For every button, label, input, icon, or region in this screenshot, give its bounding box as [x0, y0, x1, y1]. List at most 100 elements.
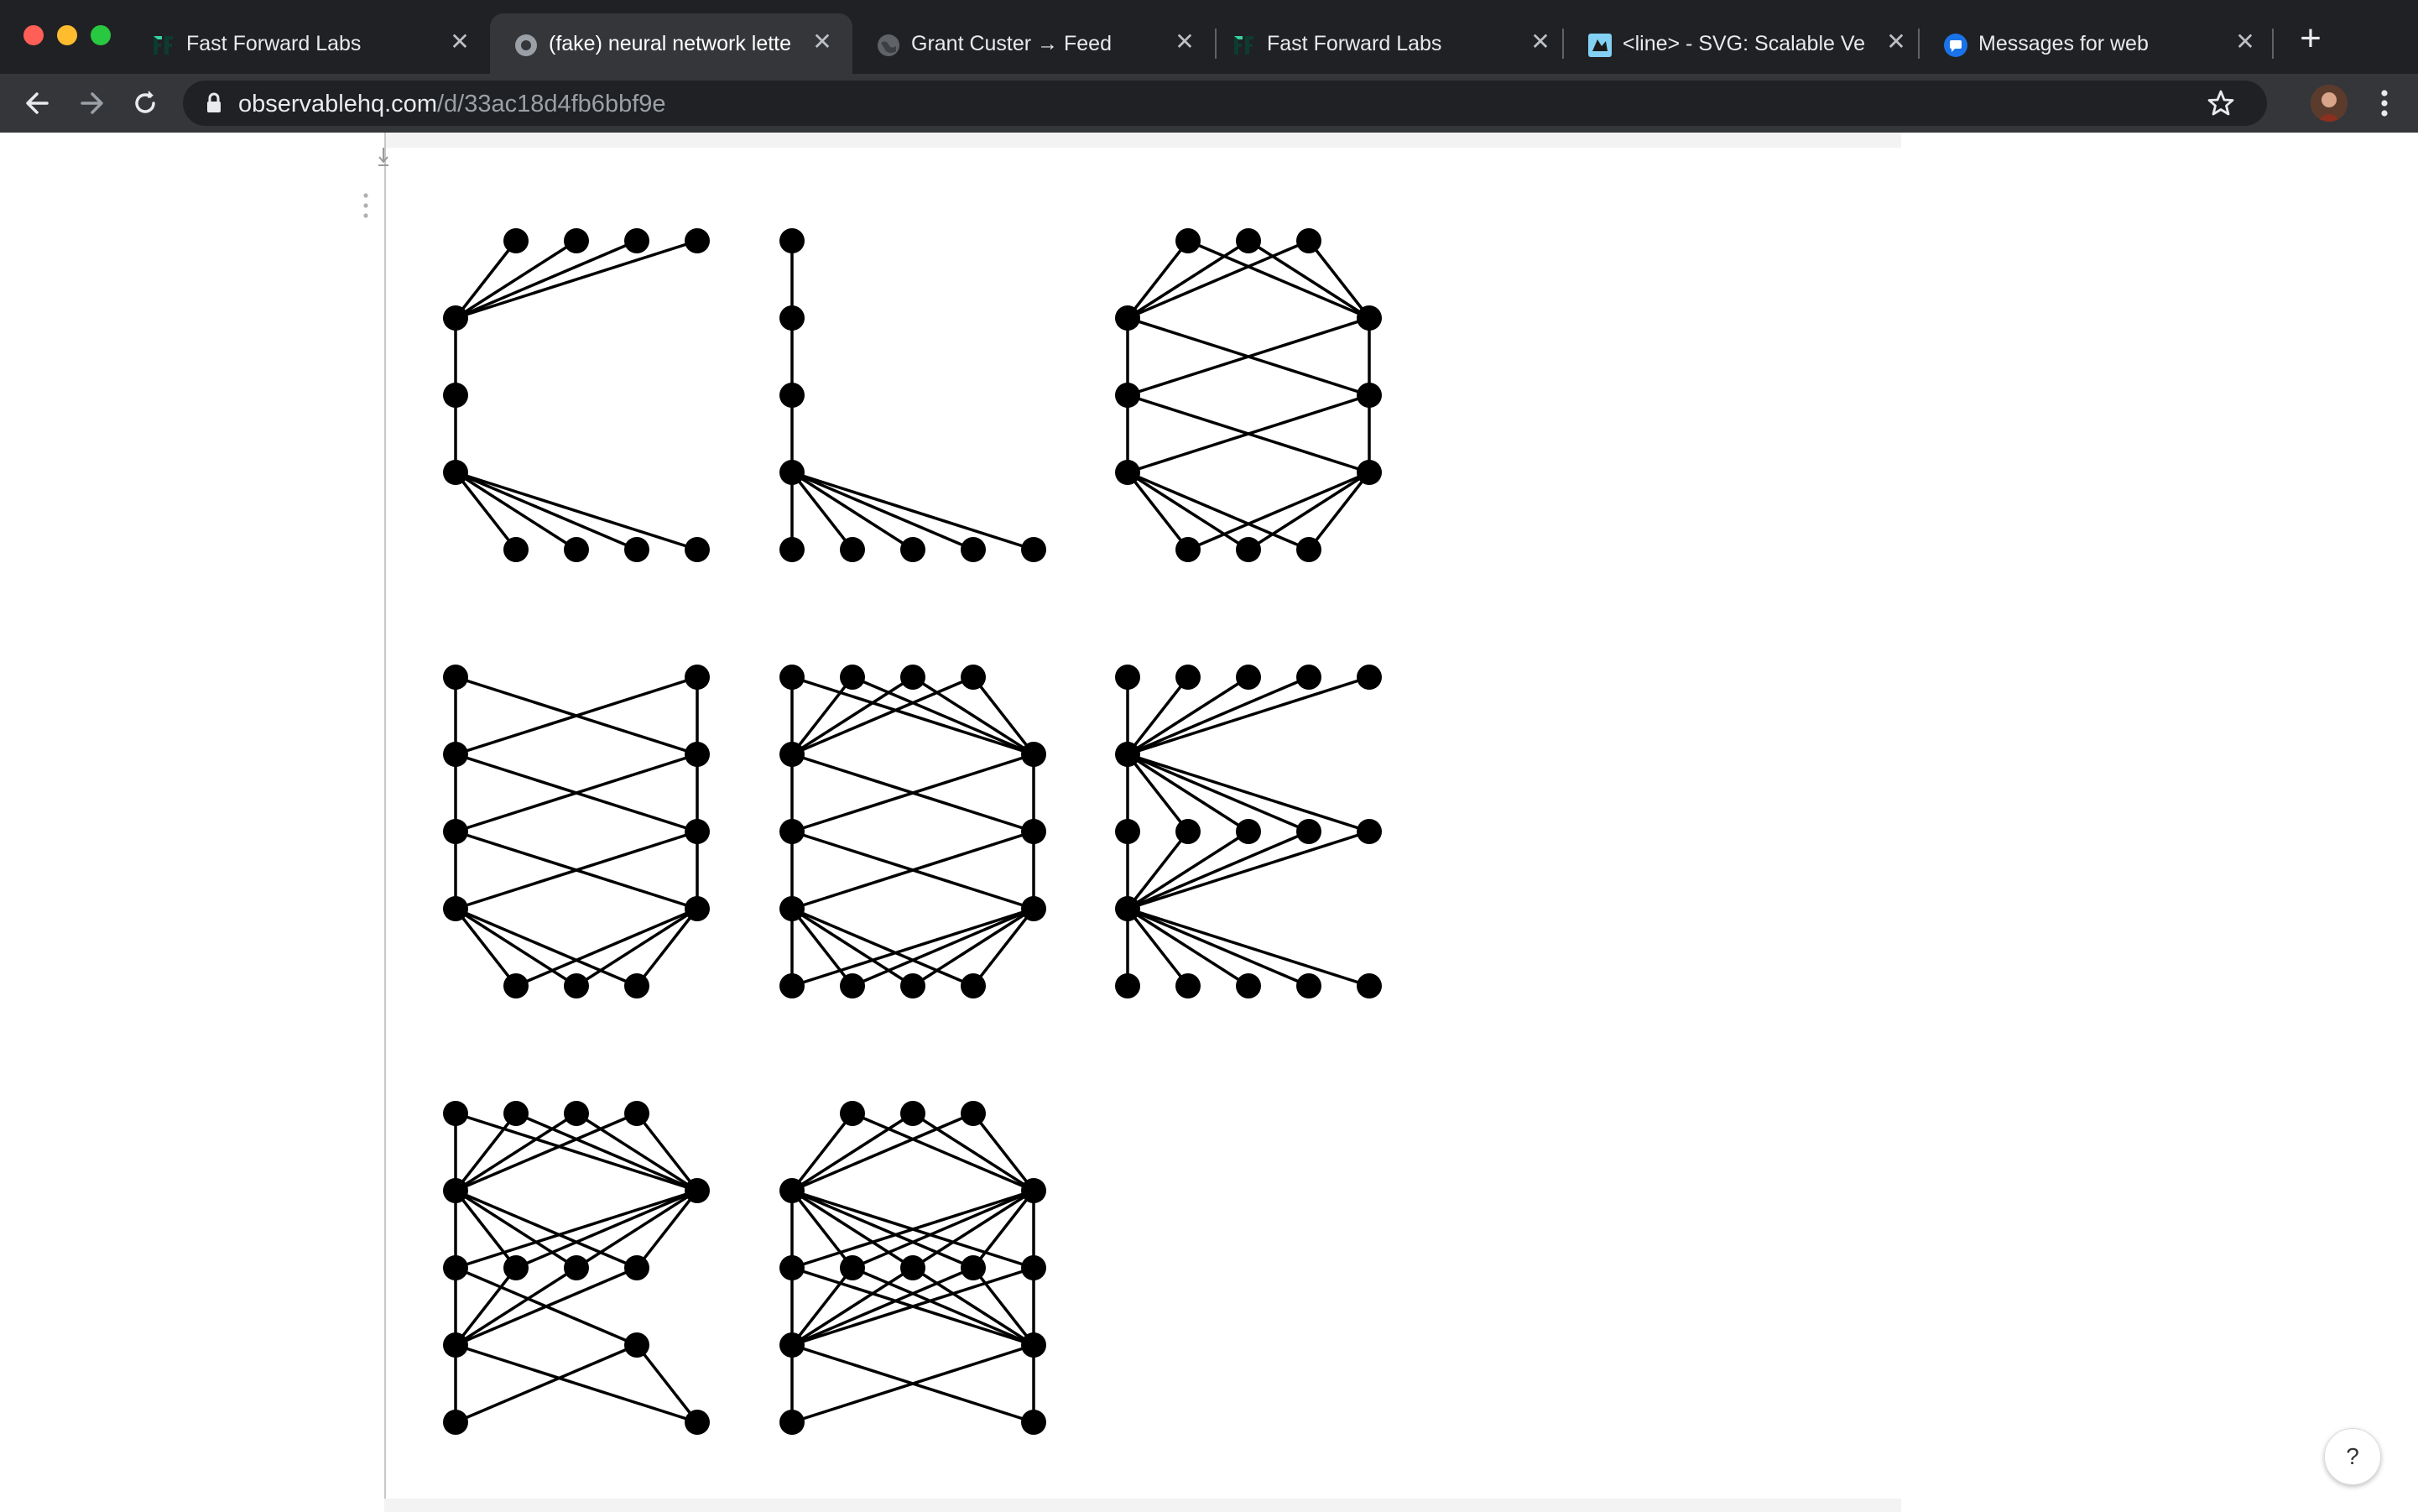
network-node [443, 1332, 468, 1358]
globe-icon [878, 34, 899, 56]
network-node [685, 1178, 710, 1203]
tab-messages-for-web[interactable]: Messages for web ✕ [1920, 13, 2275, 74]
mdn-icon [1588, 34, 1612, 57]
more-menu-icon[interactable] [2368, 86, 2401, 121]
browser-tab-strip: Fast Forward Labs ✕ (fake) neural networ… [0, 0, 2418, 74]
letter-network-o [1115, 228, 1382, 562]
network-node [1021, 819, 1046, 844]
network-node [564, 973, 589, 998]
close-icon[interactable]: ✕ [446, 29, 473, 55]
network-node [503, 1101, 529, 1126]
address-bar[interactable]: observablehq.com/d/33ac18d4fb6bbf9e [183, 81, 2267, 126]
network-node [1357, 665, 1382, 690]
letter-network-a [779, 1101, 1046, 1435]
network-node [961, 665, 986, 690]
network-node [840, 1255, 865, 1280]
forward-arrow-icon[interactable] [70, 82, 112, 124]
tab-neural-network-letters[interactable]: (fake) neural network lette ✕ [490, 13, 852, 74]
network-node [1175, 537, 1201, 562]
network-node [624, 537, 649, 562]
network-node [961, 537, 986, 562]
network-node [1115, 460, 1140, 485]
help-button[interactable]: ? [2324, 1428, 2381, 1485]
network-node [1236, 819, 1261, 844]
back-arrow-icon[interactable] [17, 82, 59, 124]
reload-icon[interactable] [124, 82, 166, 124]
network-edge [1127, 830, 1310, 910]
network-node [779, 305, 805, 331]
network-node [1296, 665, 1321, 690]
network-node [779, 742, 805, 767]
profile-avatar[interactable] [2311, 85, 2348, 122]
network-node [1296, 819, 1321, 844]
neural-network-letters-canvas [443, 228, 1382, 1435]
network-node [503, 1255, 529, 1280]
url-text: observablehq.com/d/33ac18d4fb6bbf9e [238, 91, 666, 118]
maximize-window-button[interactable] [91, 25, 111, 45]
fast-forward-labs-icon [1234, 36, 1253, 55]
lock-icon[interactable] [201, 91, 227, 116]
network-node [779, 537, 805, 562]
network-node [1296, 537, 1321, 562]
network-node [503, 537, 529, 562]
tab-fast-forward-labs[interactable]: Fast Forward Labs ✕ [128, 13, 490, 74]
url-host: observablehq.com [238, 91, 437, 117]
letter-network-d [779, 665, 1046, 998]
network-node [900, 973, 925, 998]
network-node [443, 1255, 468, 1280]
tab-grant-custer-feed[interactable]: Grant Custer → Feed ✕ [852, 13, 1215, 74]
close-icon[interactable]: ✕ [2232, 29, 2259, 55]
network-edge [635, 1343, 699, 1424]
network-node [1236, 228, 1261, 253]
notebook-page: ? [0, 133, 2418, 1512]
network-node [624, 1101, 649, 1126]
network-node [779, 1410, 805, 1435]
letter-network-u [443, 665, 710, 998]
tab-title: (fake) neural network lette [549, 31, 792, 55]
network-node [1115, 973, 1140, 998]
network-node [685, 896, 710, 921]
close-window-button[interactable] [23, 25, 44, 45]
network-node [779, 228, 805, 253]
network-node [443, 896, 468, 921]
close-icon[interactable]: ✕ [1171, 29, 1198, 55]
network-node [443, 1178, 468, 1203]
network-edge [1127, 907, 1310, 988]
network-node [1021, 742, 1046, 767]
network-node [900, 537, 925, 562]
network-node [1115, 819, 1140, 844]
network-node [624, 973, 649, 998]
tab-title: Fast Forward Labs [186, 31, 362, 55]
network-node [1175, 665, 1201, 690]
network-edge [455, 239, 638, 320]
network-node [1115, 665, 1140, 690]
network-node [1357, 383, 1382, 408]
network-node [1296, 973, 1321, 998]
network-node [1021, 537, 1046, 562]
tab-fast-forward-labs-2[interactable]: Fast Forward Labs ✕ [1208, 13, 1571, 74]
network-node [1357, 460, 1382, 485]
network-node [779, 896, 805, 921]
tab-svg-line-mdn[interactable]: <line> - SVG: Scalable Ve ✕ [1564, 13, 1926, 74]
minimize-window-button[interactable] [57, 25, 77, 45]
avatar-image [2311, 85, 2348, 122]
new-tab-button[interactable]: + [2292, 20, 2329, 59]
network-node [624, 1255, 649, 1280]
network-node [1115, 896, 1140, 921]
network-node [1357, 305, 1382, 331]
network-edge [1127, 675, 1310, 756]
network-node [685, 1410, 710, 1435]
network-node [564, 1101, 589, 1126]
browser-toolbar: observablehq.com/d/33ac18d4fb6bbf9e [0, 74, 2418, 133]
close-icon[interactable]: ✕ [1883, 29, 1910, 55]
network-node [961, 1101, 986, 1126]
network-node [1021, 1178, 1046, 1203]
network-node [779, 1178, 805, 1203]
close-icon[interactable]: ✕ [1527, 29, 1554, 55]
network-node [503, 973, 529, 998]
network-node [685, 819, 710, 844]
fast-forward-labs-icon [154, 36, 173, 55]
close-icon[interactable]: ✕ [809, 29, 836, 55]
network-node [1296, 228, 1321, 253]
bookmark-star-icon[interactable] [2205, 87, 2237, 119]
